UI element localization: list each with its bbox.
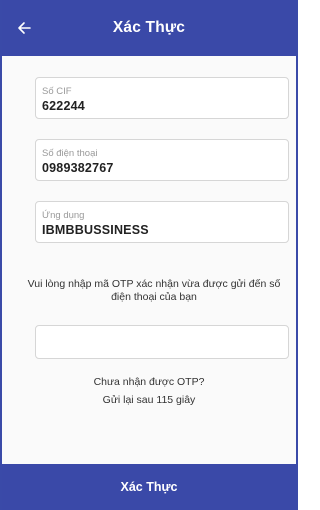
back-button[interactable] xyxy=(8,12,40,44)
cif-value: 622244 xyxy=(42,99,85,113)
app-label: Ứng dụng xyxy=(42,210,85,221)
verify-button[interactable]: Xác Thực xyxy=(2,464,296,510)
otp-input[interactable] xyxy=(35,325,289,359)
cif-field: Số CIF 622244 xyxy=(35,77,289,119)
otp-verification-screen: Xác Thực Số CIF 622244 Số điện thoại 098… xyxy=(0,0,298,510)
resend-block: Chưa nhận được OTP? Gửi lại sau 115 giây xyxy=(2,373,296,409)
phone-value: 0989382767 xyxy=(42,161,114,175)
app-value: IBMBBUSSINESS xyxy=(42,223,149,237)
phone-field: Số điện thoại 0989382767 xyxy=(35,139,289,181)
phone-label: Số điện thoại xyxy=(42,148,98,159)
app-field: Ứng dụng IBMBBUSSINESS xyxy=(35,201,289,243)
otp-not-received-text: Chưa nhận được OTP? xyxy=(93,376,205,388)
arrow-left-icon xyxy=(18,22,31,34)
app-header: Xác Thực xyxy=(2,0,296,56)
resend-countdown: Gửi lại sau 115 giây xyxy=(102,394,196,406)
otp-instruction: Vui lòng nhập mã OTP xác nhận vừa được g… xyxy=(27,278,281,303)
page-title: Xác Thực xyxy=(112,19,186,36)
cif-label: Số CIF xyxy=(42,86,72,97)
